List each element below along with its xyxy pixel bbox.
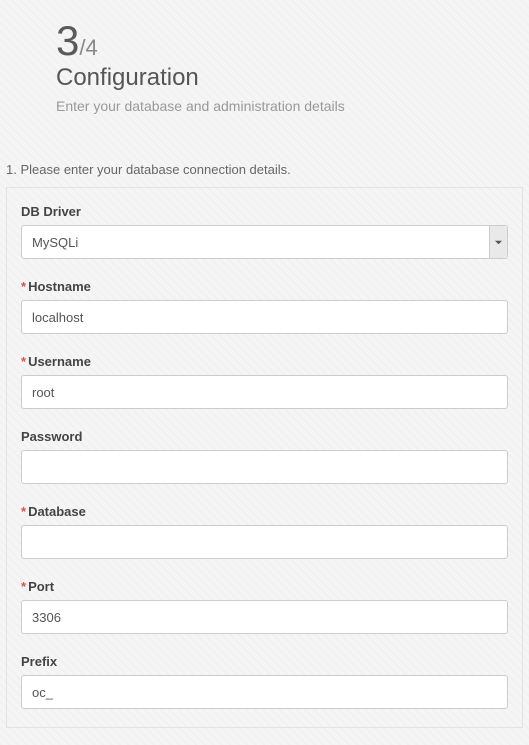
page-subtitle: Enter your database and administration d… — [56, 98, 529, 114]
username-input[interactable] — [21, 375, 508, 409]
db-driver-label: DB Driver — [21, 204, 508, 219]
hostname-label: *Hostname — [21, 279, 508, 294]
database-label: *Database — [21, 504, 508, 519]
step-total: /4 — [79, 35, 97, 60]
username-label: *Username — [21, 354, 508, 369]
db-driver-select[interactable]: MySQLi — [21, 225, 508, 259]
field-hostname: *Hostname — [21, 279, 508, 334]
field-prefix: Prefix — [21, 654, 508, 709]
password-input[interactable] — [21, 450, 508, 484]
field-password: Password — [21, 429, 508, 484]
password-label: Password — [21, 429, 508, 444]
field-port: *Port — [21, 579, 508, 634]
prefix-input[interactable] — [21, 675, 508, 709]
page-title: Configuration — [56, 64, 529, 92]
username-label-text: Username — [28, 354, 91, 369]
database-label-text: Database — [28, 504, 86, 519]
database-input[interactable] — [21, 525, 508, 559]
required-marker: * — [21, 579, 26, 594]
required-marker: * — [21, 354, 26, 369]
required-marker: * — [21, 279, 26, 294]
step-indicator: 3/4 — [56, 20, 529, 62]
field-db-driver: DB Driver MySQLi — [21, 204, 508, 259]
db-driver-select-wrapper: MySQLi — [21, 225, 508, 259]
port-label-text: Port — [28, 579, 54, 594]
required-marker: * — [21, 504, 26, 519]
prefix-label: Prefix — [21, 654, 508, 669]
port-input[interactable] — [21, 600, 508, 634]
field-username: *Username — [21, 354, 508, 409]
db-connection-panel: DB Driver MySQLi *Hostname *Username Pas… — [6, 187, 523, 728]
hostname-input[interactable] — [21, 300, 508, 334]
field-database: *Database — [21, 504, 508, 559]
port-label: *Port — [21, 579, 508, 594]
hostname-label-text: Hostname — [28, 279, 91, 294]
page-header: 3/4 Configuration Enter your database an… — [0, 0, 529, 114]
section-heading: 1. Please enter your database connection… — [6, 162, 529, 177]
step-current: 3 — [56, 17, 79, 64]
